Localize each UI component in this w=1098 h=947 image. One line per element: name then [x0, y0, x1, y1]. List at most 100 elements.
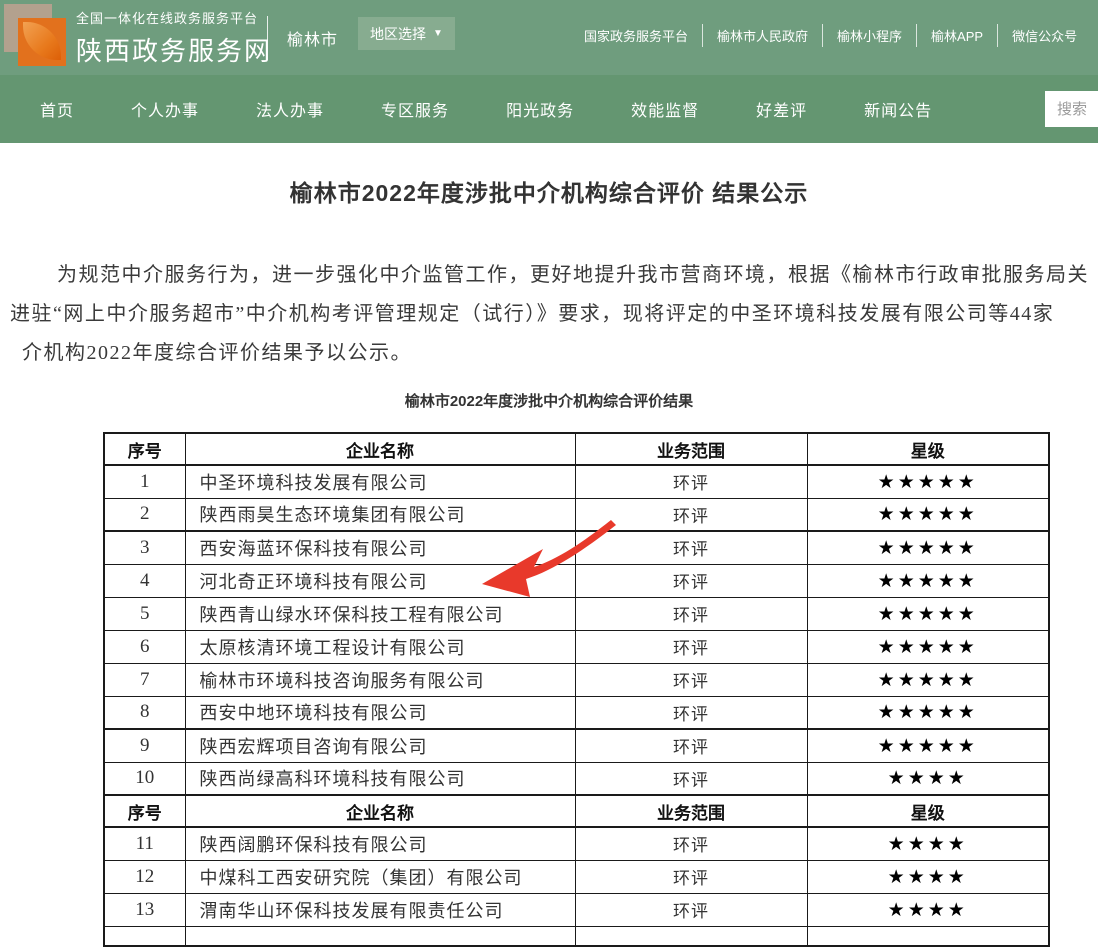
site-name: 陕西政务服务网 [76, 31, 272, 68]
cell-serial: 12 [104, 860, 185, 893]
cell-star-rating: ★★★★★ [807, 729, 1049, 762]
cell-empty [575, 926, 807, 946]
column-header: 序号 [104, 433, 185, 465]
cell-business-scope: 环评 [575, 630, 807, 663]
cell-business-scope: 环评 [575, 564, 807, 597]
table-row: 3西安海蓝环保科技有限公司环评★★★★★ [104, 531, 1049, 564]
announcement-paragraph: 为规范中介服务行为，进一步强化中介监管工作，更好地提升我市营商环境，根据《榆林市… [0, 256, 1098, 373]
cell-serial: 7 [104, 663, 185, 696]
table-row: 10陕西尚绿高科环境科技有限公司环评★★★★ [104, 762, 1049, 795]
cell-star-rating: ★★★★★ [807, 564, 1049, 597]
top-links: 国家政务服务平台榆林市人民政府榆林小程序榆林APP微信公众号注册 [570, 24, 1098, 47]
site-logo[interactable] [4, 4, 68, 68]
table-header-row: 序号企业名称业务范围星级 [104, 433, 1049, 465]
cell-business-scope: 环评 [575, 827, 807, 860]
paragraph-line: 为规范中介服务行为，进一步强化中介监管工作，更好地提升我市营商环境，根据《榆林市… [0, 256, 1098, 295]
cell-serial: 10 [104, 762, 185, 795]
table-row: 1中圣环境科技发展有限公司环评★★★★★ [104, 465, 1049, 498]
nav-item-legal-entity-affairs[interactable]: 法人办事 [256, 97, 324, 121]
cell-company-name: 榆林市环境科技咨询服务有限公司 [185, 663, 575, 696]
region-selector-button[interactable]: 地区选择 ▼ [358, 17, 455, 50]
cell-serial: 1 [104, 465, 185, 498]
cell-business-scope: 环评 [575, 762, 807, 795]
column-header: 业务范围 [575, 795, 807, 827]
column-header: 星级 [807, 795, 1049, 827]
cell-star-rating: ★★★★★ [807, 630, 1049, 663]
search-input[interactable] [1045, 91, 1098, 127]
cell-business-scope: 环评 [575, 663, 807, 696]
column-header: 业务范围 [575, 433, 807, 465]
cell-star-rating: ★★★★★ [807, 498, 1049, 531]
paragraph-line: 进驻“网上中介服务超市”中介机构考评管理规定（试行）》要求，现将评定的中圣环境科… [0, 295, 1098, 334]
nav-item-rating[interactable]: 好差评 [756, 97, 807, 121]
table-row: 9陕西宏辉项目咨询有限公司环评★★★★★ [104, 729, 1049, 762]
cell-star-rating: ★★★★ [807, 827, 1049, 860]
nav-item-zone-services[interactable]: 专区服务 [381, 97, 449, 121]
cell-company-name: 中圣环境科技发展有限公司 [185, 465, 575, 498]
cell-star-rating: ★★★★★ [807, 696, 1049, 729]
top-link-yulin-app[interactable]: 榆林APP [916, 24, 997, 47]
platform-tagline: 全国一体化在线政务服务平台 [76, 8, 272, 27]
cell-company-name: 陕西尚绿高科环境科技有限公司 [185, 762, 575, 795]
nav-item-efficiency-supervision[interactable]: 效能监督 [631, 97, 699, 121]
cell-serial: 4 [104, 564, 185, 597]
cell-company-name: 西安中地环境科技有限公司 [185, 696, 575, 729]
cell-company-name: 西安海蓝环保科技有限公司 [185, 531, 575, 564]
cell-serial: 9 [104, 729, 185, 762]
top-link-national-gov-platform[interactable]: 国家政务服务平台 [570, 24, 702, 47]
cell-empty [807, 926, 1049, 946]
cell-star-rating: ★★★★★ [807, 531, 1049, 564]
cell-serial: 11 [104, 827, 185, 860]
top-link-wechat-official[interactable]: 微信公众号 [997, 24, 1091, 47]
column-header: 星级 [807, 433, 1049, 465]
site-brand: 全国一体化在线政务服务平台 陕西政务服务网 [76, 8, 272, 68]
top-link-yulin-city-gov[interactable]: 榆林市人民政府 [702, 24, 822, 47]
evaluation-table-body: 序号企业名称业务范围星级1中圣环境科技发展有限公司环评★★★★★2陕西雨昊生态环… [104, 433, 1049, 946]
cell-empty [104, 926, 185, 946]
table-row: 12中煤科工西安研究院（集团）有限公司环评★★★★ [104, 860, 1049, 893]
cell-serial: 2 [104, 498, 185, 531]
evaluation-table: 序号企业名称业务范围星级1中圣环境科技发展有限公司环评★★★★★2陕西雨昊生态环… [103, 432, 1050, 947]
cell-star-rating: ★★★★★ [807, 597, 1049, 630]
table-row-partial [104, 926, 1049, 946]
table-caption: 榆林市2022年度涉批中介机构综合评价结果 [0, 390, 1098, 411]
chevron-down-icon: ▼ [433, 29, 443, 39]
table-row: 4河北奇正环境科技有限公司环评★★★★★ [104, 564, 1049, 597]
cell-business-scope: 环评 [575, 729, 807, 762]
table-row: 13渭南华山环保科技发展有限责任公司环评★★★★ [104, 893, 1049, 926]
top-link-yulin-mini-program[interactable]: 榆林小程序 [822, 24, 916, 47]
table-row: 11陕西阔鹏环保科技有限公司环评★★★★ [104, 827, 1049, 860]
cell-serial: 5 [104, 597, 185, 630]
region-selector-label: 地区选择 [370, 24, 426, 44]
cell-company-name: 陕西青山绿水环保科技工程有限公司 [185, 597, 575, 630]
cell-serial: 3 [104, 531, 185, 564]
current-city-label: 榆林市 [287, 26, 338, 50]
brand-divider [267, 16, 268, 60]
column-header: 企业名称 [185, 795, 575, 827]
site-header: 全国一体化在线政务服务平台 陕西政务服务网 榆林市 地区选择 ▼ 国家政务服务平… [0, 0, 1098, 75]
column-header: 企业名称 [185, 433, 575, 465]
cell-business-scope: 环评 [575, 498, 807, 531]
table-row: 6太原核清环境工程设计有限公司环评★★★★★ [104, 630, 1049, 663]
nav-item-news-announcements[interactable]: 新闻公告 [864, 97, 932, 121]
cell-star-rating: ★★★★★ [807, 663, 1049, 696]
cell-business-scope: 环评 [575, 860, 807, 893]
cell-company-name: 陕西宏辉项目咨询有限公司 [185, 729, 575, 762]
nav-item-home[interactable]: 首页 [40, 97, 74, 121]
cell-star-rating: ★★★★★ [807, 465, 1049, 498]
table-row: 7榆林市环境科技咨询服务有限公司环评★★★★★ [104, 663, 1049, 696]
cell-business-scope: 环评 [575, 531, 807, 564]
cell-star-rating: ★★★★ [807, 762, 1049, 795]
main-navigation: 首页 个人办事 法人办事 专区服务 阳光政务 效能监督 好差评 新闻公告 [0, 75, 1098, 143]
cell-business-scope: 环评 [575, 597, 807, 630]
nav-item-personal-affairs[interactable]: 个人办事 [131, 97, 199, 121]
cell-company-name: 中煤科工西安研究院（集团）有限公司 [185, 860, 575, 893]
cell-serial: 6 [104, 630, 185, 663]
cell-company-name: 河北奇正环境科技有限公司 [185, 564, 575, 597]
paragraph-line: 介机构2022年度综合评价结果予以公示。 [0, 334, 1098, 373]
nav-item-sunshine-gov[interactable]: 阳光政务 [506, 97, 574, 121]
nav-items: 首页 个人办事 法人办事 专区服务 阳光政务 效能监督 好差评 新闻公告 [40, 75, 932, 143]
cell-business-scope: 环评 [575, 696, 807, 729]
column-header: 序号 [104, 795, 185, 827]
cell-star-rating: ★★★★ [807, 893, 1049, 926]
